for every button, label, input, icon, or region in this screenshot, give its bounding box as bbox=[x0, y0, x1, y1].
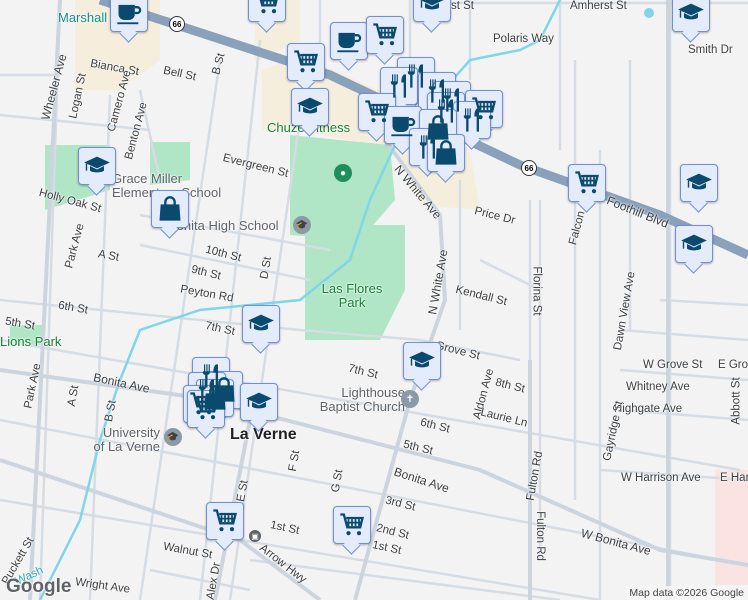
school-marker[interactable] bbox=[675, 225, 713, 263]
fork-knife-icon bbox=[458, 106, 486, 134]
school-marker[interactable] bbox=[242, 305, 280, 343]
poi-las-flores-park[interactable]: Las Flores Park bbox=[317, 282, 387, 310]
pond bbox=[644, 8, 654, 18]
route-66-shield: 66 bbox=[521, 160, 537, 176]
street-label: Abbott St bbox=[730, 377, 743, 425]
school-marker[interactable] bbox=[403, 342, 441, 380]
route-66-shield: 66 bbox=[169, 16, 185, 32]
school-marker[interactable] bbox=[680, 164, 718, 202]
shopping-marker[interactable] bbox=[427, 134, 465, 172]
poi-marshall[interactable]: Marshall bbox=[58, 10, 107, 25]
street-label: Amherst St bbox=[570, 0, 627, 12]
graduation-cap-icon bbox=[83, 152, 111, 180]
poi-university-of-la-verne[interactable]: University of La Verne bbox=[90, 426, 161, 454]
shopping-bag-icon bbox=[156, 195, 184, 223]
graduation-cap-icon bbox=[247, 310, 275, 338]
cart-icon bbox=[211, 507, 239, 535]
graduation-cap-icon bbox=[296, 93, 324, 121]
coffee-icon bbox=[335, 27, 363, 55]
street-label: E Grove bbox=[718, 359, 748, 371]
grocery-marker[interactable] bbox=[333, 506, 371, 544]
graduation-cap-icon bbox=[677, 0, 705, 27]
restaurant-marker[interactable] bbox=[453, 101, 491, 139]
grocery-marker[interactable] bbox=[568, 164, 606, 202]
school-marker[interactable] bbox=[291, 88, 329, 126]
street-label: E Har bbox=[720, 472, 748, 484]
hospital-area bbox=[715, 470, 748, 585]
coffee-icon bbox=[115, 0, 143, 27]
graduation-cap-icon bbox=[408, 347, 436, 375]
school-pin-icon[interactable]: 🎓 bbox=[293, 216, 311, 234]
grocery-marker[interactable] bbox=[366, 16, 404, 54]
cart-icon bbox=[338, 511, 366, 539]
school-marker[interactable] bbox=[78, 147, 116, 185]
place-pin-icon[interactable]: ● bbox=[334, 164, 352, 182]
cart-icon bbox=[292, 48, 320, 76]
school-pin-icon[interactable]: 🎓 bbox=[164, 428, 182, 446]
shopping-marker[interactable] bbox=[151, 190, 189, 228]
cart-icon bbox=[253, 0, 281, 17]
street-label: Smith Dr bbox=[688, 44, 733, 56]
fork-knife-icon bbox=[385, 72, 413, 100]
cart-icon bbox=[363, 98, 391, 126]
school-marker[interactable] bbox=[413, 0, 451, 22]
cart-icon bbox=[371, 21, 399, 49]
graduation-cap-icon bbox=[418, 0, 446, 17]
street-label: W Harrison Ave bbox=[621, 472, 701, 484]
graduation-cap-icon bbox=[245, 388, 273, 416]
grocery-marker[interactable] bbox=[187, 390, 225, 428]
google-logo[interactable]: Google bbox=[6, 576, 71, 598]
coffee-marker[interactable] bbox=[110, 0, 148, 32]
street-label: Polaris Way bbox=[493, 33, 554, 45]
graduation-cap-icon bbox=[685, 169, 713, 197]
map-attribution[interactable]: Map data ©2026 Google bbox=[625, 586, 748, 600]
cart-icon bbox=[573, 169, 601, 197]
city-label-la-verne: La Verne bbox=[230, 426, 297, 443]
church-pin-icon[interactable]: ✝ bbox=[401, 390, 419, 408]
coffee-marker[interactable] bbox=[330, 22, 368, 60]
poi-lions-park[interactable]: Lions Park bbox=[0, 334, 61, 349]
poi-lighthouse-baptist-church[interactable]: Lighthouse Baptist Church bbox=[305, 386, 405, 414]
coffee-icon bbox=[389, 111, 417, 139]
transit-station-icon[interactable]: ▣ bbox=[249, 530, 261, 542]
street-label: Fulton Rd bbox=[533, 511, 546, 561]
street-label: Florina St bbox=[530, 266, 543, 316]
school-marker[interactable] bbox=[672, 0, 710, 32]
street-label: W Grove St bbox=[643, 359, 703, 371]
shopping-bag-icon bbox=[432, 139, 460, 167]
grocery-marker[interactable] bbox=[287, 43, 325, 81]
grocery-marker[interactable] bbox=[248, 0, 286, 22]
school-marker[interactable] bbox=[240, 383, 278, 421]
grocery-marker[interactable] bbox=[206, 502, 244, 540]
cart-icon bbox=[192, 395, 220, 423]
graduation-cap-icon bbox=[680, 230, 708, 258]
street-label: Whitney Ave bbox=[626, 381, 690, 393]
map-canvas[interactable]: 66 66 Marshall Amherst St st St Polaris … bbox=[0, 0, 748, 600]
street-label: st St bbox=[451, 0, 475, 12]
